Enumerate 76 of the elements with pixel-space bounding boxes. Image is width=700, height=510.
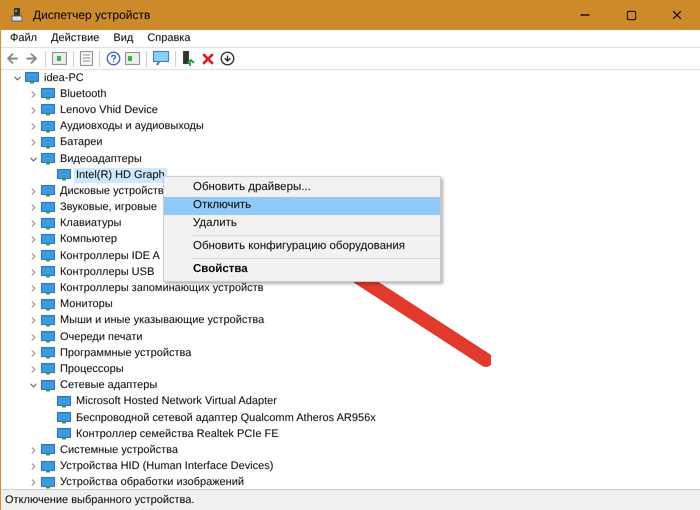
- monitor-icon: [57, 396, 71, 408]
- tree-item[interactable]: Microsoft Hosted Network Virtual Adapter: [74, 394, 279, 410]
- monitor-icon: [41, 266, 55, 278]
- tree-item[interactable]: Контроллер семейства Realtek PCIe FE: [74, 426, 281, 442]
- device-update-icon[interactable]: [182, 50, 196, 66]
- tree-item[interactable]: Мониторы: [58, 297, 115, 312]
- monitor-icon: [41, 460, 55, 473]
- monitor-icon: [41, 153, 55, 166]
- menu-item[interactable]: Файл: [3, 30, 44, 47]
- tree-item[interactable]: Системные устройства: [58, 442, 180, 458]
- monitor-icon: [41, 331, 55, 344]
- tree-item[interactable]: Батареи: [58, 135, 105, 150]
- monitor-icon: [57, 412, 71, 424]
- menu-item[interactable]: Вид: [106, 30, 140, 47]
- monitor-search-icon[interactable]: [153, 51, 169, 66]
- tree-item[interactable]: Мыши и иные указывающие устройства: [58, 313, 266, 328]
- tree-item[interactable]: Клавиатуры: [58, 216, 124, 232]
- tree-item[interactable]: Lenovo Vhid Device: [58, 102, 160, 118]
- monitor-icon: [41, 314, 55, 327]
- tree-item[interactable]: Сетевые адаптеры: [58, 378, 160, 394]
- tree-item[interactable]: Устройства обработки изображений: [58, 475, 246, 489]
- tree-item[interactable]: Компьютер: [58, 232, 119, 248]
- window-icon[interactable]: [52, 52, 67, 65]
- monitor-icon: [41, 476, 55, 489]
- monitor-icon: [41, 234, 55, 246]
- menu-item[interactable]: Справка: [140, 30, 198, 47]
- monitor-icon: [41, 298, 55, 311]
- help-icon[interactable]: [106, 51, 121, 66]
- app-icon: [11, 8, 23, 22]
- tree-item[interactable]: Контроллеры IDE A: [58, 248, 162, 264]
- tree-item[interactable]: Bluetooth: [58, 86, 108, 102]
- tree-item[interactable]: Контроллеры USB: [58, 264, 156, 280]
- monitor-icon: [41, 202, 55, 214]
- menu-option[interactable]: Свойства: [164, 261, 440, 279]
- monitor-icon: [41, 218, 55, 230]
- tree-item[interactable]: Intel(R) HD Graph: [74, 168, 167, 183]
- back-icon[interactable]: [5, 51, 20, 66]
- monitor-icon: [41, 380, 55, 392]
- tree-item[interactable]: Контроллеры запоминающих устройств: [58, 281, 266, 296]
- tree-item[interactable]: Программные устройства: [58, 346, 194, 361]
- monitor-icon: [41, 104, 55, 116]
- download-icon[interactable]: [220, 51, 235, 66]
- monitor-icon: [41, 363, 55, 376]
- forward-icon[interactable]: [24, 51, 39, 66]
- monitor-icon: [41, 347, 55, 360]
- monitor-icon: [41, 120, 55, 133]
- tree-item[interactable]: Процессоры: [58, 362, 126, 377]
- menu-option[interactable]: Удалить: [164, 215, 440, 233]
- monitor-icon: [41, 282, 55, 295]
- tree-item[interactable]: Очереди печати: [58, 330, 145, 345]
- tree-item[interactable]: idea-PC: [42, 70, 86, 86]
- monitor-icon: [25, 72, 39, 84]
- monitor-icon: [57, 428, 71, 440]
- tree-item[interactable]: Беспроводной сетевой адаптер Qualcomm Atheros AR956x: [74, 410, 378, 426]
- monitor-icon: [41, 136, 55, 149]
- maximize-icon: [626, 10, 636, 20]
- menu-option[interactable]: Обновить драйверы...: [164, 179, 440, 197]
- monitor-icon: [41, 185, 55, 198]
- monitor-icon: [41, 444, 55, 456]
- tree-item[interactable]: Звуковые, игровые: [58, 200, 160, 216]
- menu-item[interactable]: Действие: [44, 30, 106, 47]
- close-icon: [670, 8, 684, 22]
- tree-item[interactable]: Аудиовходы и аудиовыходы: [58, 119, 206, 134]
- menu-option[interactable]: Отключить: [164, 197, 440, 215]
- monitor-icon: [57, 169, 71, 182]
- monitor-icon: [41, 88, 55, 100]
- document-icon[interactable]: [80, 51, 93, 66]
- tree-item[interactable]: Видеоадаптеры: [58, 152, 144, 167]
- window-icon[interactable]: [125, 52, 140, 65]
- window-title: Диспетчер устройств: [33, 7, 150, 24]
- menu-option[interactable]: Обновить конфигурацию оборудования: [164, 238, 440, 256]
- tree-item[interactable]: Дисковые устройств: [58, 184, 166, 199]
- monitor-icon: [41, 250, 55, 262]
- status-bar: Отключение выбранного устройства.: [1, 490, 700, 510]
- delete-icon[interactable]: [200, 50, 216, 66]
- tree-item[interactable]: Устройства HID (Human Interface Devices): [58, 459, 276, 474]
